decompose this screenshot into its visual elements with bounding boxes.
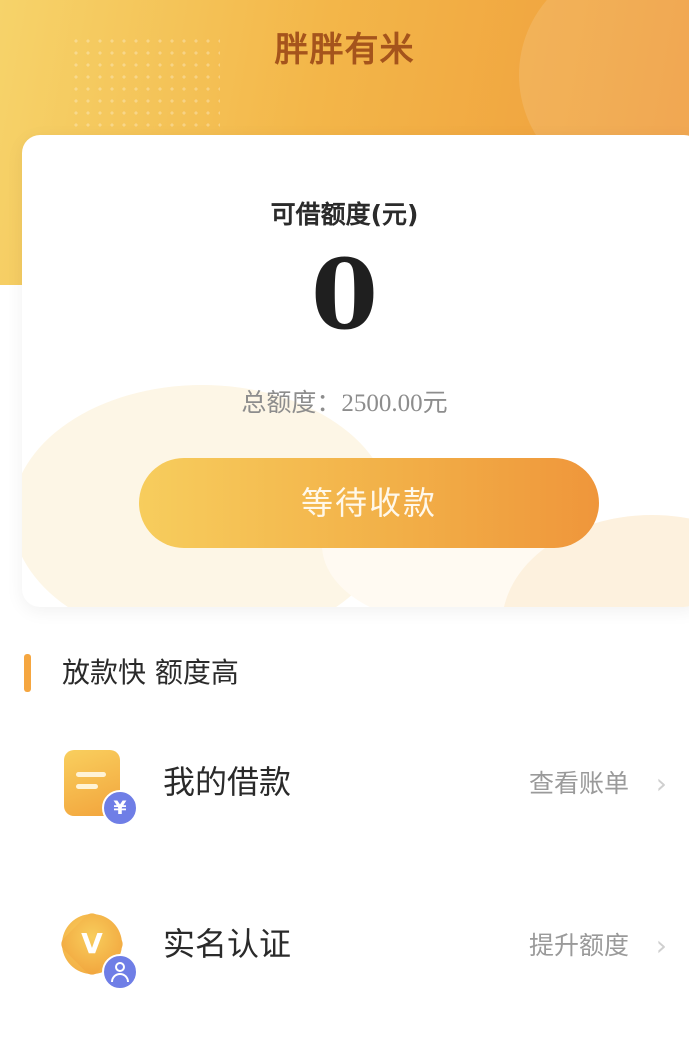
yuan-coin-icon: ¥	[102, 790, 138, 826]
await-payment-button[interactable]: 等待收款	[139, 458, 599, 548]
person-icon	[102, 954, 138, 990]
menu-item-identity-verification[interactable]: V 实名认证 提升额度 ›	[0, 882, 689, 1002]
menu-item-label: 我的借款	[163, 763, 292, 801]
section-title: 放款快 额度高	[62, 656, 239, 689]
available-credit-value: 0	[311, 238, 378, 351]
chevron-right-icon: ›	[655, 767, 667, 800]
total-credit-label: 总额度：	[241, 388, 342, 417]
total-credit-unit: 元	[422, 388, 448, 417]
section-accent-bar	[24, 654, 31, 692]
total-credit-amount: 2500.00	[341, 390, 423, 417]
view-bill-link[interactable]: 查看账单	[529, 768, 629, 800]
total-credit: 总额度：2500.00元	[0, 383, 689, 419]
verified-badge-icon: V	[62, 914, 138, 990]
app-title: 胖胖有米	[274, 30, 415, 70]
loan-document-icon: ¥	[64, 750, 138, 826]
available-credit-label: 可借额度(元)	[270, 200, 419, 229]
menu-item-label: 实名认证	[163, 925, 292, 963]
menu-item-my-loans[interactable]: ¥ 我的借款 查看账单 ›	[0, 720, 689, 840]
chevron-right-icon: ›	[655, 929, 667, 962]
raise-limit-link[interactable]: 提升额度	[529, 930, 629, 962]
